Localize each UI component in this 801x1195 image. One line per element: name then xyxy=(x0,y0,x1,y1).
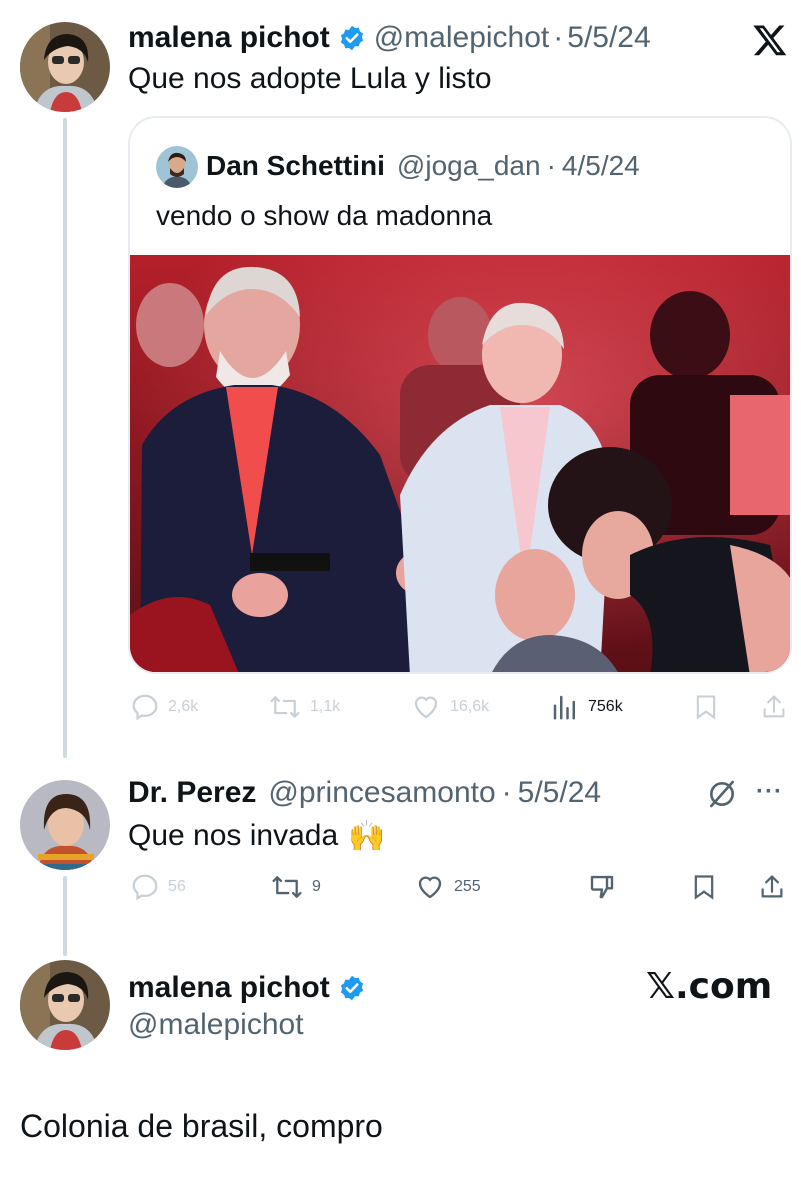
verified-badge-icon xyxy=(338,24,366,52)
tweet-text: Que nos adopte Lula y listo xyxy=(128,62,492,95)
like-button[interactable]: 16,6k xyxy=(410,692,489,722)
bookmark-button[interactable] xyxy=(690,872,718,902)
heart-icon xyxy=(414,696,438,719)
author-name[interactable]: Dr. Perez xyxy=(128,776,256,810)
raising-hands-emoji: 🙌 xyxy=(348,819,386,853)
x-com-brand: 𝕏.com xyxy=(646,966,773,1007)
retweet-button[interactable]: 1,1k xyxy=(268,692,340,722)
separator-dot: · xyxy=(553,21,564,54)
downvote-icon xyxy=(590,875,614,899)
bookmark-icon xyxy=(694,875,714,900)
grok-icon[interactable] xyxy=(706,778,738,810)
heart-icon xyxy=(418,876,442,899)
avatar[interactable] xyxy=(20,780,110,870)
quoted-tweet-text: vendo o show da madonna xyxy=(156,200,493,231)
like-count: 255 xyxy=(454,878,481,895)
reply-icon xyxy=(132,694,158,721)
avatar[interactable] xyxy=(20,22,110,112)
tweet-date[interactable]: 5/5/24 xyxy=(518,776,601,810)
like-button[interactable]: 255 xyxy=(414,872,481,902)
author-name[interactable]: malena pichot xyxy=(128,21,330,55)
share-button[interactable] xyxy=(758,872,786,902)
avatar[interactable] xyxy=(156,146,198,188)
like-count: 16,6k xyxy=(450,698,490,715)
x-logo-icon xyxy=(752,22,788,58)
tweet-text: Que nos invada xyxy=(128,819,339,852)
author-handle[interactable]: @malepichot xyxy=(374,21,550,55)
verified-badge-icon xyxy=(338,974,366,1002)
bookmark-button[interactable] xyxy=(692,692,720,722)
quoted-author-name[interactable]: Dan Schettini xyxy=(206,150,385,182)
avatar[interactable] xyxy=(20,960,110,1050)
share-button[interactable] xyxy=(760,692,788,722)
views-icon xyxy=(553,695,575,720)
reply-count: 56 xyxy=(168,878,186,895)
quoted-author-handle[interactable]: @joga_dan xyxy=(397,150,541,182)
quoted-tweet-photo[interactable] xyxy=(130,255,790,672)
reply-count: 2,6k xyxy=(168,698,199,715)
retweet-count: 1,1k xyxy=(310,698,341,715)
quoted-tweet-date[interactable]: 4/5/24 xyxy=(562,150,640,182)
retweet-button[interactable]: 9 xyxy=(270,872,321,902)
views-button[interactable]: 756k xyxy=(550,692,623,722)
author-handle[interactable]: @malepichot xyxy=(128,1008,304,1042)
reply-button[interactable]: 2,6k xyxy=(130,692,198,722)
tweet-date[interactable]: 5/5/24 xyxy=(567,21,650,55)
reply-button[interactable]: 56 xyxy=(130,872,186,902)
retweet-icon xyxy=(270,696,300,718)
retweet-count: 9 xyxy=(312,878,321,895)
retweet-icon xyxy=(272,876,302,898)
thread-line xyxy=(63,876,67,956)
downvote-button[interactable] xyxy=(586,872,618,902)
author-name[interactable]: malena pichot xyxy=(128,971,330,1005)
more-options-button[interactable]: ··· xyxy=(756,778,783,806)
views-count: 756k xyxy=(588,698,623,715)
separator-dot: · xyxy=(501,776,512,809)
reply-icon xyxy=(132,874,158,901)
quoted-tweet-card[interactable]: Dan Schettini @joga_dan · 4/5/24 vendo o… xyxy=(128,116,792,674)
separator-dot: · xyxy=(546,150,556,181)
author-handle[interactable]: @princesamonto xyxy=(268,776,495,810)
thread-line xyxy=(63,118,67,758)
bookmark-icon xyxy=(696,695,716,720)
share-icon xyxy=(761,875,783,898)
tweet-text: Colonia de brasil, compro xyxy=(20,1108,383,1144)
share-icon xyxy=(763,695,785,718)
